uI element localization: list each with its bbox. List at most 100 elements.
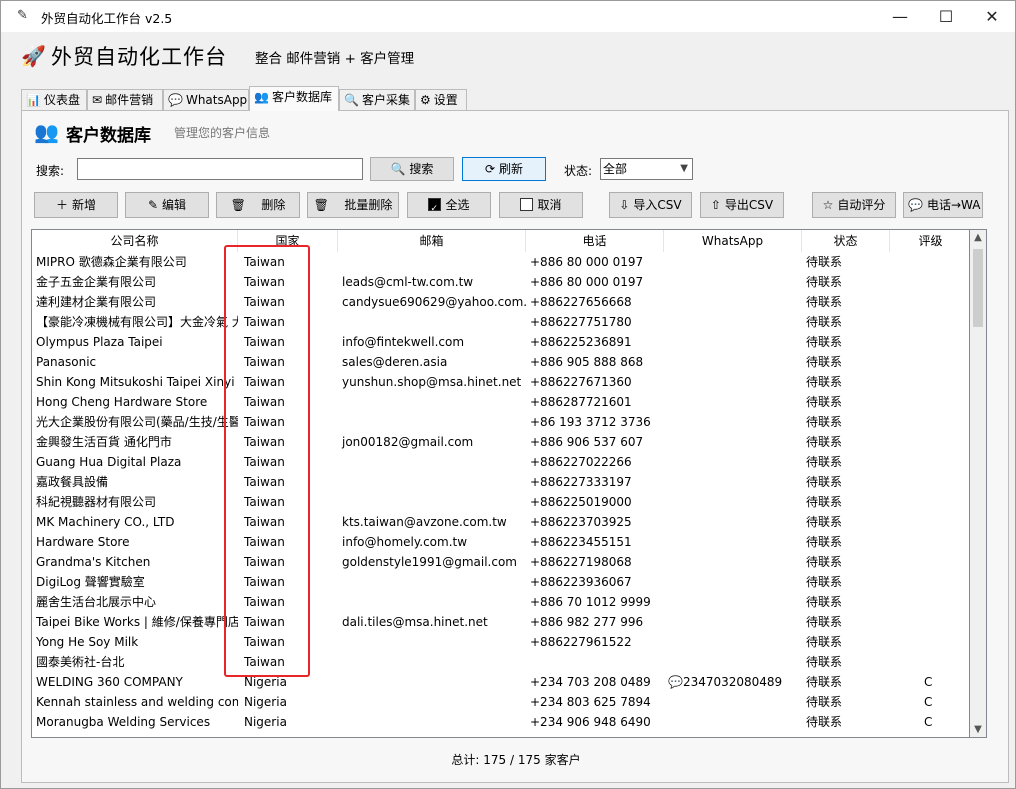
table-row[interactable]: Shin Kong Mitsukoshi Taipei Xinyi Taiwan y…	[32, 372, 969, 392]
table-row[interactable]: MIPRO 歌德森企業有限公司 Taiwan +886 80 000 0197 待联系	[32, 252, 969, 272]
cell-rating	[890, 652, 969, 672]
cell-status: 待联系	[806, 655, 843, 669]
scrollbar-thumb[interactable]	[973, 249, 983, 327]
cell-company: WELDING 360 COMPANY	[36, 675, 183, 689]
table-row[interactable]: 麗舍生活台北展示中心 Taiwan +886 70 1012 9999 待联系	[32, 592, 969, 612]
column-header-whatsapp[interactable]: WhatsApp	[664, 230, 802, 252]
cell-phone: +886227671360	[530, 375, 632, 389]
cell-status: 待联系	[806, 535, 843, 549]
cell-company: Panasonic	[36, 355, 97, 369]
cell-status: 待联系	[806, 695, 843, 709]
table-row[interactable]: 達利建材企業有限公司 Taiwan candysue690629@yahoo.com…	[32, 292, 969, 312]
cancel-select-button[interactable]: 取消	[499, 192, 583, 218]
cell-company: 金子五金企業有限公司	[36, 275, 157, 289]
country-column-highlight	[224, 245, 310, 677]
minimize-button[interactable]: —	[877, 1, 923, 32]
tab-whatsapp[interactable]: 💬 WhatsApp	[163, 89, 249, 110]
column-header-phone[interactable]: 电话	[526, 230, 664, 252]
cell-company: Moranugba Welding Services	[36, 715, 211, 729]
table-row[interactable]: 科紀視聽器材有限公司 Taiwan +886225019000 待联系	[32, 492, 969, 512]
phone-to-wa-button[interactable]: 💬 电话→WA	[903, 192, 983, 218]
import-csv-label: 导入CSV	[633, 198, 682, 212]
cell-company: 科紀視聽器材有限公司	[36, 495, 157, 509]
cell-email: sales@deren.asia	[342, 355, 448, 369]
search-button[interactable]: 🔍 搜索	[370, 157, 454, 181]
tab-label: 邮件营销	[105, 93, 154, 107]
scroll-down-icon[interactable]: ▼	[970, 724, 986, 735]
cell-email: yunshun.shop@msa.hinet.net	[342, 375, 522, 389]
add-button[interactable]: ＋ 新增	[34, 192, 118, 218]
table-row[interactable]: Yong He Soy Milk Taiwan +886227961522 待联系	[32, 632, 969, 652]
cell-whatsapp	[664, 652, 802, 672]
cell-phone: +234 906 948 6490	[530, 715, 651, 729]
select-all-button[interactable]: 全选	[407, 192, 491, 218]
table-row[interactable]: Hardware Store Taiwan info@homely.com.tw +8…	[32, 532, 969, 552]
table-row[interactable]: 國泰美術社-台北 Taiwan 待联系	[32, 652, 969, 672]
cell-company: MIPRO 歌德森企業有限公司	[36, 255, 187, 269]
scroll-up-icon[interactable]: ▲	[970, 232, 986, 243]
table-row[interactable]: Hong Cheng Hardware Store Taiwan +88628772…	[32, 392, 969, 412]
column-header-email[interactable]: 邮箱	[338, 230, 526, 252]
cell-status: 待联系	[806, 555, 843, 569]
close-button[interactable]: ✕	[969, 1, 1015, 32]
column-header-company[interactable]: 公司名称	[32, 230, 238, 252]
add-button-label: 新增	[72, 198, 97, 212]
customer-table[interactable]: 公司名称 国家 邮箱 电话 WhatsApp 状态 评级 MIPRO 歌德森企業…	[31, 229, 970, 738]
refresh-button[interactable]: ⟳ 刷新	[462, 157, 546, 181]
cell-email: goldenstyle1991@gmail.com	[342, 555, 517, 569]
bulk-delete-button[interactable]: 🗑 批量删除	[307, 192, 399, 218]
table-scrollbar[interactable]: ▲ ▼	[970, 229, 987, 738]
cell-email	[338, 492, 526, 512]
tab-email-marketing[interactable]: ✉ 邮件营销	[87, 89, 163, 110]
cell-email: candysue690629@yahoo.com.t	[342, 295, 526, 309]
cell-phone: +886 80 000 0197	[530, 275, 644, 289]
table-row[interactable]: Guang Hua Digital Plaza Taiwan +8862270222…	[32, 452, 969, 472]
column-header-status[interactable]: 状态	[802, 230, 890, 252]
import-csv-button[interactable]: ⇩ 导入CSV	[609, 192, 692, 218]
table-row[interactable]: Taipei Bike Works | 維修/保養專門店 Taiwan dali.t…	[32, 612, 969, 632]
cell-rating	[890, 472, 969, 492]
export-csv-label: 导出CSV	[724, 198, 774, 212]
cell-phone: +886 905 888 868	[530, 355, 644, 369]
cell-company: Hong Cheng Hardware Store	[36, 395, 208, 409]
cell-phone: +886227656668	[530, 295, 632, 309]
cell-phone: +234 803 625 7894	[530, 695, 651, 709]
table-row[interactable]: MK Machinery CO., LTD Taiwan kts.taiwan@av…	[32, 512, 969, 532]
tab-settings[interactable]: ⚙ 设置	[415, 89, 467, 110]
cell-email	[338, 592, 526, 612]
table-row[interactable]: DigiLog 聲響實驗室 Taiwan +886223936067 待联系	[32, 572, 969, 592]
cell-rating	[890, 392, 969, 412]
column-header-rating[interactable]: 评级	[890, 230, 969, 252]
table-row[interactable]: 【豪能冷凍機械有限公司】大金冷氣 大 Taiwan +886227751780 待联系	[32, 312, 969, 332]
cell-company: 【豪能冷凍機械有限公司】大金冷氣 大	[36, 315, 238, 329]
tab-dashboard[interactable]: 📊 仪表盘	[21, 89, 87, 110]
cell-phone: +86 193 3712 3736	[530, 415, 651, 429]
table-row[interactable]: Olympus Plaza Taipei Taiwan info@fintekwel…	[32, 332, 969, 352]
cell-whatsapp	[664, 272, 802, 292]
export-csv-button[interactable]: ⇧ 导出CSV	[700, 192, 784, 218]
table-row[interactable]: 嘉政餐具設備 Taiwan +886227333197 待联系	[32, 472, 969, 492]
tab-customer-collection[interactable]: 🔍 客户采集	[339, 89, 415, 110]
table-row[interactable]: Moranugba Welding Services Nigeria +234 90…	[32, 712, 969, 732]
cell-status: 待联系	[806, 475, 843, 489]
delete-button[interactable]: 🗑 删除	[216, 192, 300, 218]
cell-status: 待联系	[806, 315, 843, 329]
maximize-button[interactable]: ☐	[923, 1, 969, 32]
cell-rating	[890, 312, 969, 332]
trash-icon: 🗑	[230, 198, 246, 212]
cell-company: 麗舍生活台北展示中心	[36, 595, 157, 609]
cell-whatsapp	[664, 412, 802, 432]
table-row[interactable]: WELDING 360 COMPANY Nigeria +234 703 208 0…	[32, 672, 969, 692]
window-title: 外贸自动化工作台 v2.5	[41, 11, 173, 26]
search-input[interactable]	[77, 158, 363, 180]
edit-button[interactable]: ✎ 编辑	[125, 192, 209, 218]
table-row[interactable]: Grandma's Kitchen Taiwan goldenstyle1991@g…	[32, 552, 969, 572]
table-row[interactable]: Kennah stainless and welding com Nigeria +…	[32, 692, 969, 712]
table-row[interactable]: Panasonic Taiwan sales@deren.asia +886 905 …	[32, 352, 969, 372]
auto-score-button[interactable]: ☆ 自动评分	[812, 192, 896, 218]
table-row[interactable]: 金興發生活百貨 通化門市 Taiwan jon00182@gmail.com +886…	[32, 432, 969, 452]
status-select[interactable]: 全部 ▼	[600, 158, 693, 180]
table-row[interactable]: 光大企業股份有限公司(藥品/生技/生醫 Taiwan +86 193 3712 37…	[32, 412, 969, 432]
tab-customer-database[interactable]: 👥 客户数据库	[249, 86, 339, 111]
table-row[interactable]: 金子五金企業有限公司 Taiwan leads@cml-tw.com.tw +886 …	[32, 272, 969, 292]
